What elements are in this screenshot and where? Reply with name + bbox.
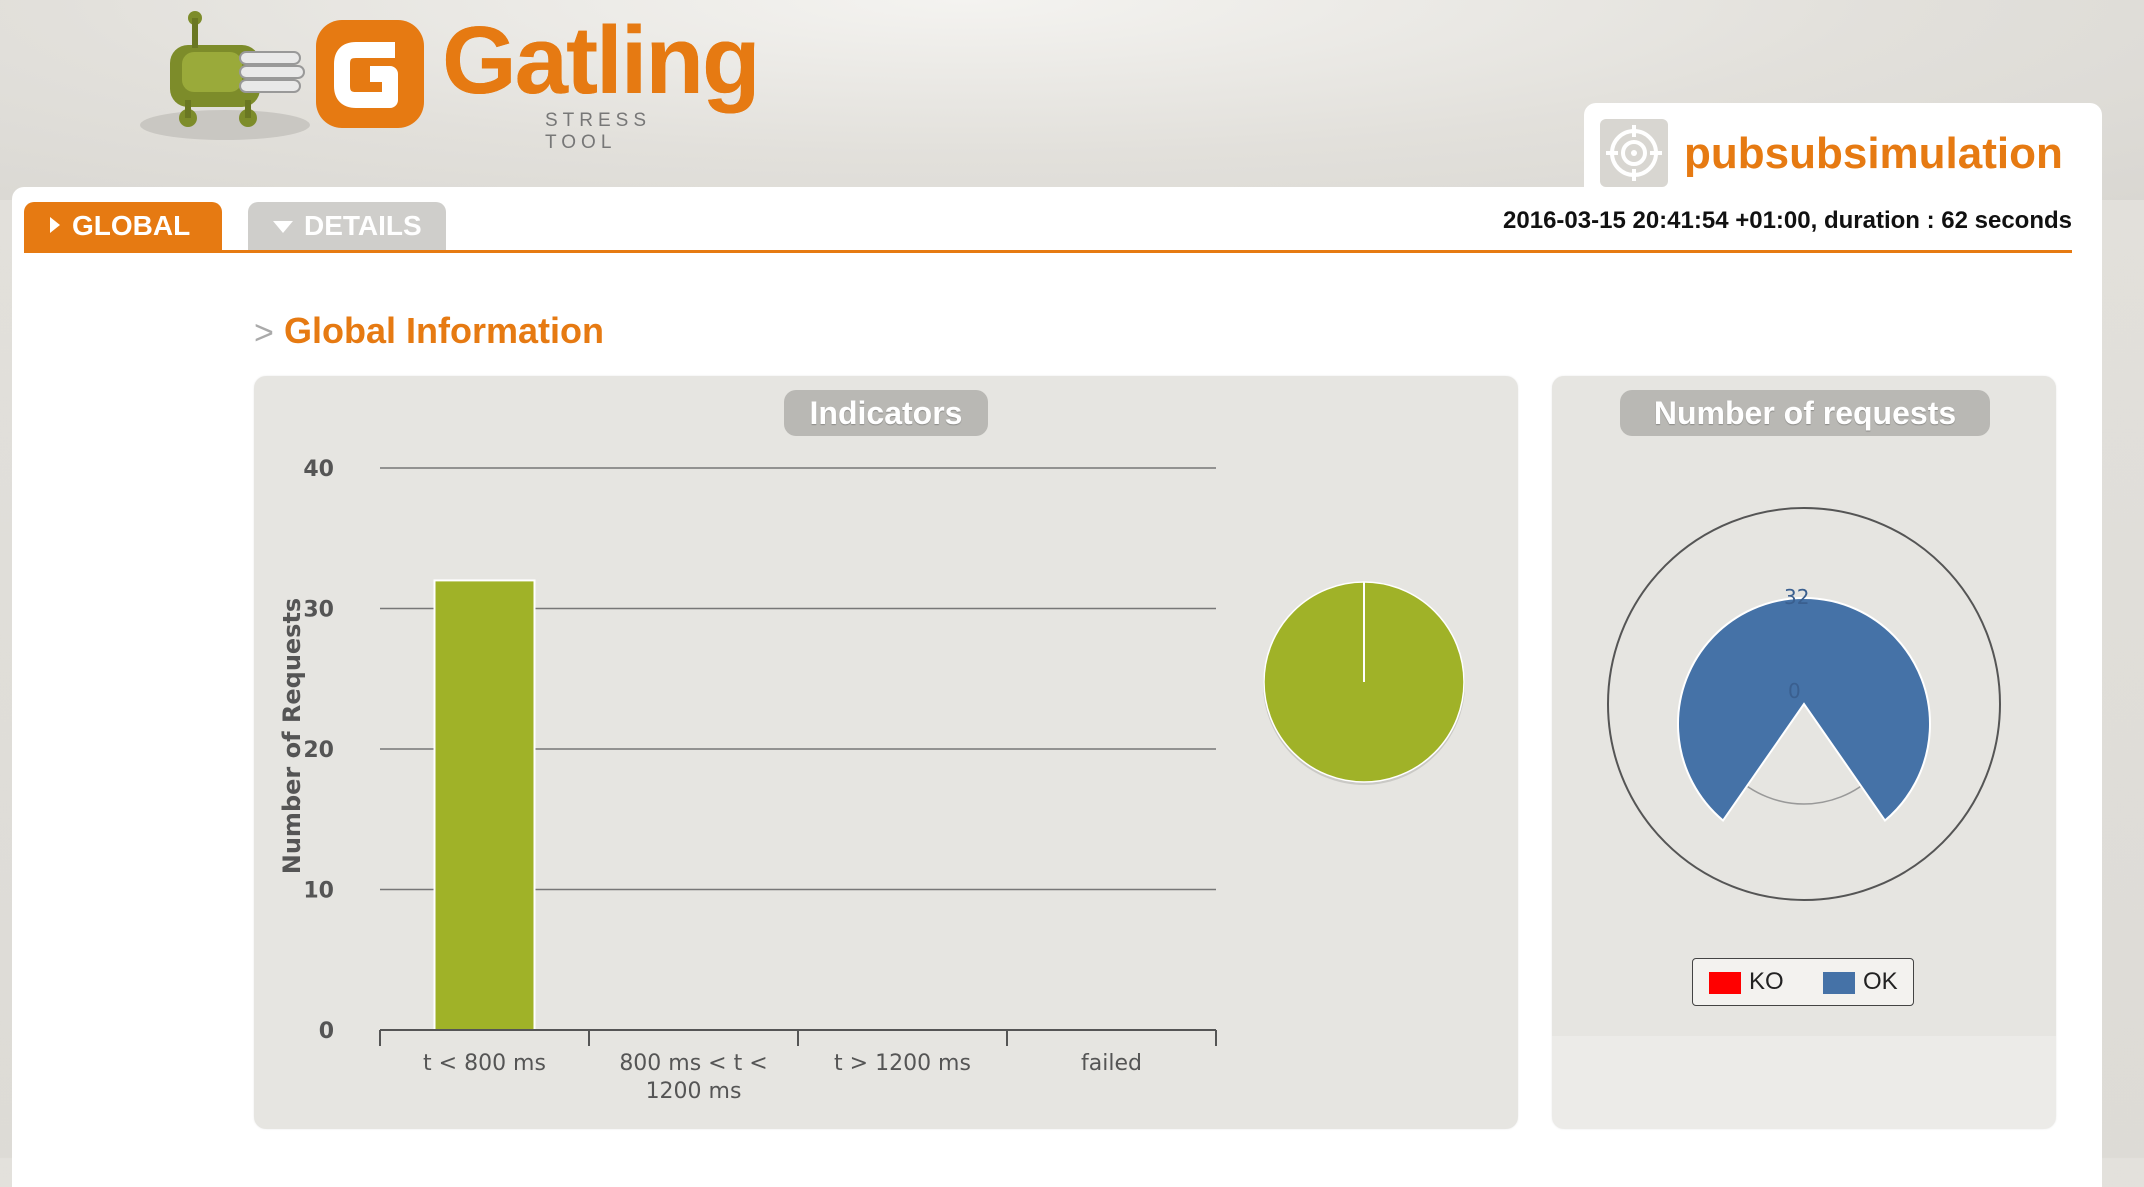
simulation-name: pubsubsimulation <box>1684 129 2063 178</box>
triangle-right-icon <box>48 202 62 250</box>
triangle-down-icon <box>272 202 294 250</box>
y-tick-label: 30 <box>303 598 334 623</box>
y-tick-label: 10 <box>303 879 334 904</box>
legend-ok-label[interactable]: OK <box>1863 968 1898 996</box>
legend-ko-swatch[interactable] <box>1709 972 1741 994</box>
requests-legend: KO OK <box>1692 958 1914 1006</box>
pie-label-ko: 0 <box>1788 679 1801 703</box>
section-arrow: > <box>254 314 274 352</box>
y-tick-label: 20 <box>303 738 334 763</box>
pie-label-ok: 32 <box>1784 585 1809 609</box>
legend-ok-swatch[interactable] <box>1823 972 1855 994</box>
tab-underline <box>24 250 2072 253</box>
y-tick-label: 40 <box>303 457 334 482</box>
requests-pie-chart: 32 0 <box>1607 507 2001 901</box>
tab-global-label: GLOBAL <box>72 210 191 241</box>
tab-details-label: DETAILS <box>304 210 422 241</box>
pie-slice-ok[interactable] <box>1677 597 1931 822</box>
target-icon <box>1600 119 1668 187</box>
y-axis-label: Number of Requests <box>278 598 306 874</box>
indicators-pie-chart <box>1263 581 1465 785</box>
x-tick-label: failed <box>1081 1051 1142 1076</box>
legend-ko-label[interactable]: KO <box>1749 968 1784 996</box>
gatling-g-icon <box>316 20 424 128</box>
x-tick-label: 800 ms < t < <box>619 1051 767 1076</box>
x-tick-label: t < 800 ms <box>423 1051 546 1076</box>
tab-global[interactable]: GLOBAL <box>24 202 222 250</box>
run-info: 2016-03-15 20:41:54 +01:00, duration : 6… <box>1503 207 2072 234</box>
requests-title: Number of requests <box>1620 390 1990 436</box>
bar[interactable] <box>433 579 536 1031</box>
brand-tagline: STRESS TOOL <box>545 110 652 153</box>
section-title: Global Information <box>284 310 604 351</box>
tab-details[interactable]: DETAILS <box>248 202 446 250</box>
x-tick-label: t > 1200 ms <box>834 1051 971 1076</box>
brand-name: Gatling <box>442 7 761 114</box>
gatling-logo[interactable]: Gatling STRESS TOOL <box>130 0 761 153</box>
y-tick-label: 0 <box>319 1019 334 1044</box>
x-tick-label: 1200 ms <box>646 1079 742 1104</box>
simulation-header: pubsubsimulation <box>1584 103 2102 203</box>
